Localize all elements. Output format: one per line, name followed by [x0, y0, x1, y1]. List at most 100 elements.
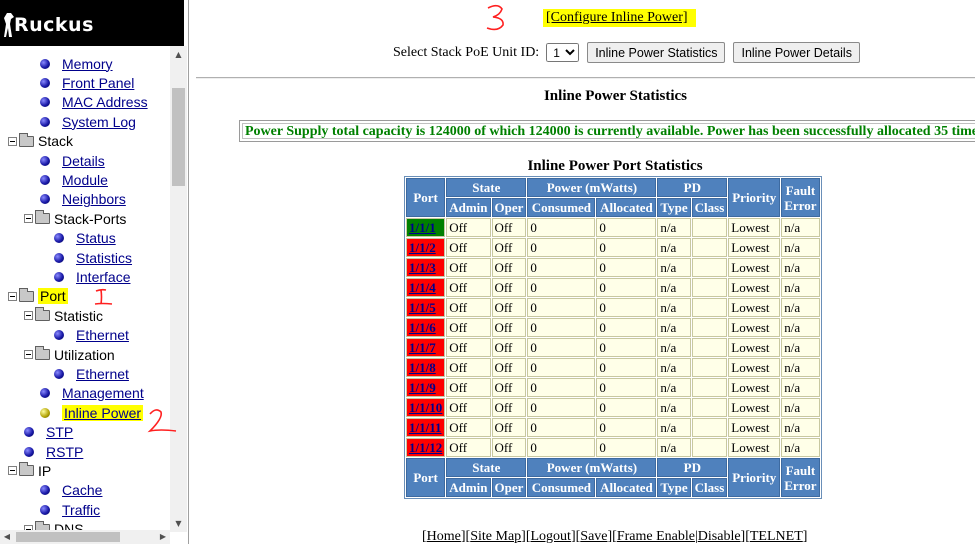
- tree-item-label[interactable]: Details: [62, 153, 105, 169]
- footer-link-home[interactable]: Home: [427, 529, 461, 544]
- port-link[interactable]: 1/1/10: [406, 398, 446, 417]
- footer-link-site-map[interactable]: Site Map: [470, 529, 521, 544]
- scroll-up-icon[interactable]: ▲: [170, 46, 187, 63]
- scroll-thumb[interactable]: [172, 88, 185, 186]
- tree-vertical-scrollbar[interactable]: ▲ ▼: [170, 46, 187, 532]
- folder-toggle-icon[interactable]: [8, 287, 34, 302]
- port-link[interactable]: 1/1/1: [406, 218, 446, 237]
- tree-horizontal-scrollbar[interactable]: ◀ ▶: [0, 530, 170, 544]
- footer-link-logout[interactable]: Logout: [531, 529, 571, 544]
- tree-item-label[interactable]: Traffic: [62, 502, 100, 518]
- port-link[interactable]: 1/1/6: [406, 318, 446, 337]
- tree-item-utilization[interactable]: Utilization: [24, 345, 115, 364]
- port-link[interactable]: 1/1/5: [406, 298, 446, 317]
- tree-item-label[interactable]: Statistics: [76, 250, 132, 266]
- tree-item-label[interactable]: MAC Address: [62, 94, 148, 110]
- collapse-icon[interactable]: [8, 136, 17, 146]
- tree-item-details[interactable]: Details: [24, 151, 105, 170]
- tree-item-label[interactable]: STP: [46, 424, 73, 440]
- port-link[interactable]: 1/1/7: [406, 338, 446, 357]
- admin-state-cell: Off: [446, 358, 491, 377]
- tree-item-statistic[interactable]: Statistic: [24, 306, 103, 325]
- tree-item-rstp[interactable]: RSTP: [8, 442, 83, 461]
- tree-item-traffic[interactable]: Traffic: [24, 500, 100, 519]
- tree-item-label[interactable]: RSTP: [46, 444, 83, 460]
- tree-item-ethernet[interactable]: Ethernet: [38, 326, 129, 345]
- tree-item-cache[interactable]: Cache: [24, 481, 102, 500]
- tree-item-label[interactable]: Management: [62, 385, 144, 401]
- tree-item-label[interactable]: Interface: [76, 269, 130, 285]
- folder-toggle-icon[interactable]: [8, 132, 34, 147]
- tree-item-label[interactable]: Ethernet: [76, 327, 129, 343]
- inline-power-statistics-button[interactable]: Inline Power Statistics: [587, 42, 726, 63]
- tree-item-stack-ports[interactable]: Stack-Ports: [24, 209, 126, 228]
- tree-item-management[interactable]: Management: [24, 384, 144, 403]
- tree-item-ethernet[interactable]: Ethernet: [38, 364, 129, 383]
- col-port: Port: [406, 178, 446, 217]
- scroll-right-icon[interactable]: ▶: [156, 530, 170, 544]
- tree-item-label[interactable]: Memory: [62, 56, 113, 72]
- inline-power-details-button[interactable]: Inline Power Details: [733, 42, 860, 63]
- folder-toggle-icon[interactable]: [24, 307, 50, 322]
- tree-item-label[interactable]: Ethernet: [76, 366, 129, 382]
- configure-inline-power-link[interactable]: [Configure Inline Power]: [543, 9, 696, 27]
- collapse-icon[interactable]: [24, 214, 33, 224]
- bullet-icon: [54, 233, 64, 244]
- port-link[interactable]: 1/1/8: [406, 358, 446, 377]
- tree-item-status[interactable]: Status: [38, 229, 116, 248]
- col-type: Type: [657, 198, 691, 217]
- tree-item-port[interactable]: Port: [8, 287, 68, 306]
- scroll-left-icon[interactable]: ◀: [0, 530, 14, 544]
- tree-item-label[interactable]: Inline Power: [62, 404, 144, 421]
- tree-item-memory[interactable]: Memory: [24, 54, 113, 73]
- tree-item-front-panel[interactable]: Front Panel: [24, 73, 134, 92]
- tree-item-neighbors[interactable]: Neighbors: [24, 190, 126, 209]
- port-link[interactable]: 1/1/9: [406, 378, 446, 397]
- table-row: 1/1/10 Off Off 0 0 n/a Lowest n/a: [406, 398, 820, 417]
- stack-unit-select[interactable]: 1: [546, 43, 580, 62]
- bullet-icon: [54, 252, 64, 263]
- tree-item-label[interactable]: Front Panel: [62, 75, 134, 91]
- footer-link-telnet[interactable]: TELNET: [750, 529, 803, 544]
- port-link[interactable]: 1/1/3: [406, 258, 446, 277]
- col-state: State: [446, 178, 527, 197]
- folder-toggle-icon[interactable]: [24, 210, 50, 225]
- collapse-icon[interactable]: [24, 311, 33, 321]
- tree-item-label[interactable]: Module: [62, 172, 108, 188]
- tree-item-system-log[interactable]: System Log: [24, 112, 136, 131]
- fault-error-cell: n/a: [781, 258, 820, 277]
- tree-item-mac-address[interactable]: MAC Address: [24, 93, 148, 112]
- tree-item-label[interactable]: Cache: [62, 482, 102, 498]
- folder-icon: [35, 346, 50, 360]
- table-row: 1/1/1 Off Off 0 0 n/a Lowest n/a: [406, 218, 820, 237]
- collapse-icon[interactable]: [8, 466, 17, 476]
- port-link[interactable]: 1/1/12: [406, 438, 446, 457]
- footer-link-disable[interactable]: Disable: [698, 529, 741, 544]
- pd-type-cell: n/a: [657, 278, 691, 297]
- scroll-thumb-horizontal[interactable]: [16, 532, 120, 542]
- collapse-icon[interactable]: [8, 291, 17, 301]
- scroll-down-icon[interactable]: ▼: [170, 515, 187, 532]
- tree-item-ip[interactable]: IP: [8, 461, 51, 480]
- allocated-cell: 0: [596, 258, 657, 277]
- port-link[interactable]: 1/1/11: [406, 418, 446, 437]
- footer-link-frame-enable[interactable]: Frame Enable: [617, 529, 695, 544]
- footer-link-save[interactable]: Save: [580, 529, 607, 544]
- port-link[interactable]: 1/1/4: [406, 278, 446, 297]
- tree-item-stack[interactable]: Stack: [8, 132, 73, 151]
- tree-item-label[interactable]: System Log: [62, 114, 136, 130]
- collapse-icon[interactable]: [24, 350, 33, 359]
- table-body: 1/1/1 Off Off 0 0 n/a Lowest n/a 1/1/2 Off Off 0 0 n/…: [406, 218, 820, 457]
- tree-item-interface[interactable]: Interface: [38, 267, 130, 286]
- col-allocated: Allocated: [596, 198, 657, 217]
- tree-item-label[interactable]: Neighbors: [62, 191, 126, 207]
- folder-toggle-icon[interactable]: [8, 462, 34, 477]
- tree-item-inline-power[interactable]: Inline Power: [24, 403, 144, 422]
- tree-item-module[interactable]: Module: [24, 170, 108, 189]
- folder-toggle-icon[interactable]: [24, 346, 50, 360]
- tree-item-stp[interactable]: STP: [8, 423, 73, 442]
- tree-item-label[interactable]: Status: [76, 230, 116, 246]
- tree-item-statistics[interactable]: Statistics: [38, 248, 132, 267]
- fault-error-cell: n/a: [781, 218, 820, 237]
- port-link[interactable]: 1/1/2: [406, 238, 446, 257]
